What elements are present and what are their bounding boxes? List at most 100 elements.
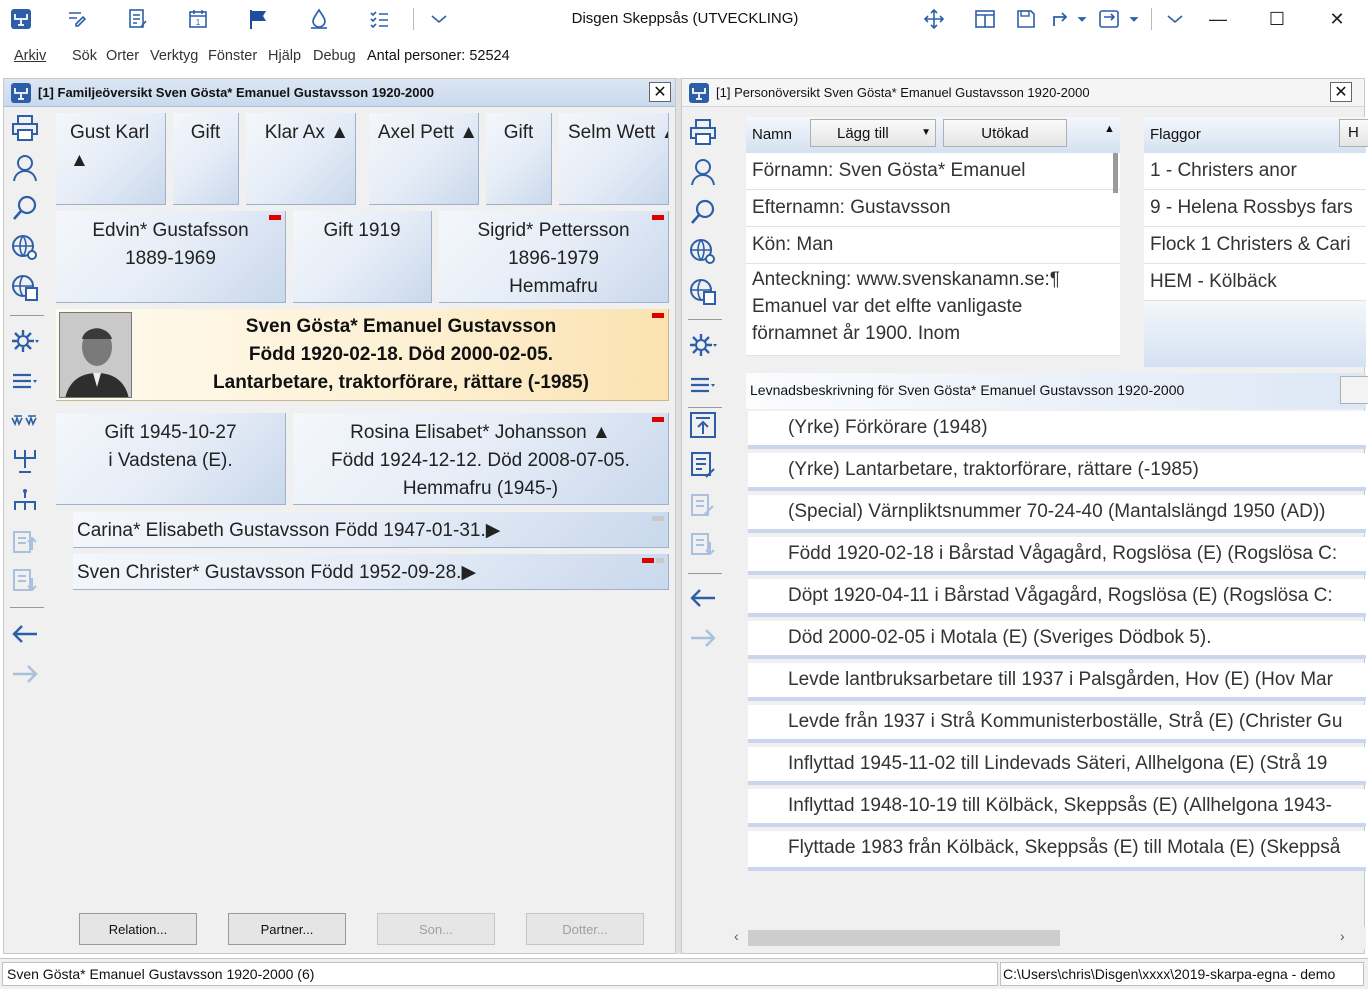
first-name-field[interactable]: Förnamn: Sven Gösta* Emanuel [746, 153, 1120, 190]
person-icon[interactable] [685, 155, 721, 189]
flag-row[interactable]: 9 - Helena Rossbys fars [1144, 190, 1366, 227]
window-layout-icon[interactable] [972, 6, 998, 32]
event-row[interactable]: Flyttade 1983 från Kölbäck, Skeppsås (E)… [748, 831, 1366, 871]
dropdown-chevron-icon[interactable] [426, 6, 452, 32]
note-field[interactable]: Anteckning: www.svenskanamn.se:¶ Emanuel… [746, 264, 1120, 356]
flag-row[interactable]: Flock 1 Christers & Cari [1144, 227, 1366, 264]
spouse-dates: Född 1924-12-12. Död 2008-07-05. [331, 450, 630, 471]
collapse-up-icon[interactable]: ▲ [1104, 123, 1115, 135]
search-icon[interactable] [685, 195, 721, 229]
event-row[interactable]: Döpt 1920-04-11 i Bårstad Vågagård, Rogs… [748, 579, 1366, 617]
partner-button[interactable]: Partner... [228, 913, 346, 945]
scrollbar-thumb[interactable] [748, 930, 1060, 946]
event-row[interactable]: Levde lantbruksarbetare till 1937 i Pals… [748, 663, 1366, 701]
main-person-box[interactable]: Sven Gösta* Emanuel Gustavsson Född 1920… [56, 309, 669, 401]
menu-arkiv[interactable]: Arkiv [14, 48, 46, 64]
minimize-button[interactable]: — [1198, 6, 1238, 32]
menu-orter[interactable]: Orter [106, 48, 139, 64]
flag-row[interactable]: 1 - Christers anor [1144, 153, 1366, 190]
settings-gear-icon[interactable] [685, 328, 721, 362]
flag-row[interactable]: HEM - Kölbäck [1144, 264, 1366, 301]
menu-hjalp[interactable]: Hjälp [268, 48, 301, 64]
notes-icon[interactable] [125, 6, 151, 32]
horizontal-scrollbar[interactable]: ‹ › [730, 927, 1366, 949]
globe-search-icon[interactable] [7, 231, 43, 265]
document-edit-icon[interactable] [685, 448, 721, 482]
list-menu-icon[interactable] [7, 364, 43, 398]
small-chevron-icon[interactable] [1124, 6, 1144, 32]
upload-frame-icon[interactable] [685, 408, 721, 442]
globe-search-icon[interactable] [685, 235, 721, 269]
save-icon[interactable] [1013, 6, 1039, 32]
event-row[interactable]: (Yrke) Lantarbetare, traktorförare, rätt… [748, 453, 1366, 491]
child-row[interactable]: Carina* Elisabeth Gustavsson Född 1947-0… [73, 512, 669, 548]
flag-icon[interactable] [245, 6, 271, 32]
event-row[interactable]: Inflyttad 1948-10-19 till Kölbäck, Skepp… [748, 789, 1366, 827]
checklist-icon[interactable] [366, 6, 392, 32]
calendar-icon[interactable]: 1 [185, 6, 211, 32]
edit-pen-icon[interactable] [64, 6, 90, 32]
grandparents-marriage-box[interactable]: Gift [486, 113, 552, 205]
scroll-right-icon[interactable]: › [1340, 928, 1345, 944]
child-row[interactable]: Sven Christer* Gustavsson Född 1952-09-2… [73, 554, 669, 590]
scroll-left-icon[interactable]: ‹ [734, 928, 739, 944]
spouse-box[interactable]: Rosina Elisabet* Johansson ▲ Född 1924-1… [293, 413, 669, 505]
marriage-label: Gift [503, 122, 534, 143]
marriage-box[interactable]: Gift 1945-10-27 i Vadstena (E). [56, 413, 286, 505]
back-arrow-icon[interactable] [685, 581, 721, 615]
parents-marriage-box[interactable]: Gift 1919 [293, 211, 432, 303]
gender-field[interactable]: Kön: Man [746, 227, 1120, 264]
add-dropdown-button[interactable]: Lägg till ▼ [810, 119, 936, 147]
close-pane-button[interactable]: ✕ [649, 82, 671, 102]
disgen-logo-icon[interactable] [8, 6, 34, 32]
dropdown-chevron-icon[interactable] [1162, 6, 1188, 32]
menu-fonster[interactable]: Fönster [208, 48, 257, 64]
back-arrow-icon[interactable] [7, 617, 43, 651]
person-icon[interactable] [7, 151, 43, 185]
parents-marriage-label: Gift 1919 [323, 220, 401, 241]
event-row[interactable]: (Special) Värnpliktsnummer 70-24-40 (Man… [748, 495, 1366, 533]
close-pane-button[interactable]: ✕ [1330, 82, 1352, 102]
last-name-field[interactable]: Efternamn: Gustavsson [746, 190, 1120, 227]
event-row[interactable]: Född 1920-02-18 i Bårstad Vågagård, Rogs… [748, 537, 1366, 575]
mother-box[interactable]: Sigrid* Pettersson 1896-1979 Hemmafru [439, 211, 669, 303]
grandparents-marriage-box[interactable]: Gift [173, 113, 239, 205]
list-menu-icon[interactable] [685, 368, 721, 402]
print-icon[interactable] [685, 115, 721, 149]
son-button: Son... [377, 913, 495, 945]
menu-sok[interactable]: Sök [72, 48, 97, 64]
search-icon[interactable] [7, 191, 43, 225]
event-row[interactable]: Död 2000-02-05 i Motala (E) (Sveriges Dö… [748, 621, 1366, 659]
move-arrows-icon[interactable] [921, 6, 947, 32]
menu-debug[interactable]: Debug [313, 48, 356, 64]
daughter-button: Dotter... [526, 913, 644, 945]
event-row[interactable]: (Yrke) Förkörare (1948) [748, 411, 1366, 449]
grandparent-box[interactable]: Axel Pett ▲ [369, 113, 479, 205]
menu-verktyg[interactable]: Verktyg [150, 48, 198, 64]
father-box[interactable]: Edvin* Gustafsson 1889-1969 [56, 211, 286, 303]
globe-document-icon[interactable] [685, 275, 721, 309]
close-window-button[interactable]: ✕ [1317, 6, 1357, 32]
family-tree-icon[interactable] [7, 484, 43, 518]
event-row[interactable]: Inflyttad 1945-11-02 till Lindevads Säte… [748, 747, 1366, 785]
event-row[interactable]: Levde från 1937 i Strå Kommunisterbostäl… [748, 705, 1366, 743]
redirect-arrow-icon[interactable] [1048, 6, 1074, 32]
print-icon[interactable] [7, 111, 43, 145]
settings-gear-icon[interactable] [7, 324, 43, 358]
grandparent-box[interactable]: Klar Ax ▲ [246, 113, 356, 205]
name-scrollbar-thumb[interactable] [1113, 153, 1118, 193]
globe-document-icon[interactable] [7, 271, 43, 305]
biography-menu-button[interactable] [1340, 376, 1368, 404]
flags-help-button[interactable]: H [1339, 119, 1368, 147]
grandparent-box[interactable]: Selm Wett ▲ [559, 113, 669, 205]
maximize-button[interactable]: ☐ [1257, 6, 1297, 32]
descendants-tree-icon[interactable] [7, 444, 43, 478]
swap-icon[interactable] [1096, 6, 1122, 32]
location-drop-icon[interactable] [306, 6, 332, 32]
small-chevron-icon[interactable] [1072, 6, 1092, 32]
relation-button[interactable]: Relation... [79, 913, 197, 945]
expanded-button[interactable]: Utökad [943, 119, 1067, 147]
ancestors-tree-icon[interactable] [7, 404, 43, 438]
grandparent-box[interactable]: Gust Karl ▲ [56, 113, 166, 205]
pane-title: [1] Personöversikt Sven Gösta* Emanuel G… [716, 85, 1090, 100]
